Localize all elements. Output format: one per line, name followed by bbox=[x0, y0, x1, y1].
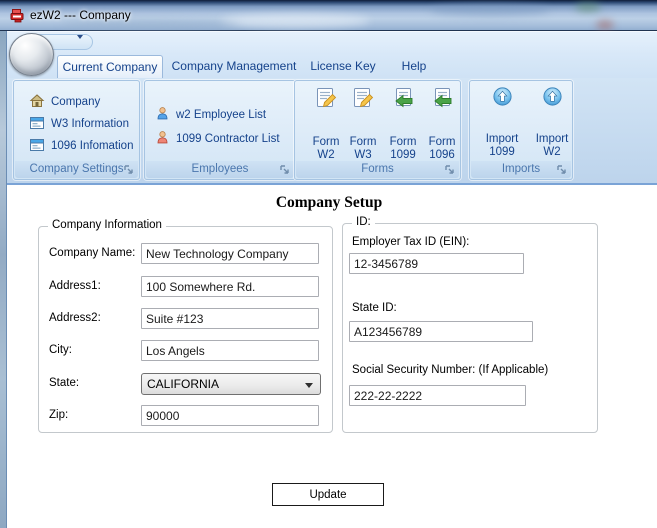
ribbon-button-label: W2 bbox=[543, 146, 561, 158]
window-titlebar: ezW2 --- Company bbox=[0, 0, 657, 31]
ribbon-button-form-w3[interactable]: Form W3 bbox=[343, 86, 383, 162]
house-icon bbox=[29, 93, 45, 112]
ribbon-button-label: Import bbox=[485, 133, 519, 145]
address2-input[interactable] bbox=[141, 308, 319, 329]
ssn-input[interactable] bbox=[349, 385, 526, 406]
ribbon-item-label: 1099 Contractor List bbox=[176, 133, 280, 145]
application-orb-button[interactable] bbox=[9, 33, 54, 76]
ribbon-button-import-1099[interactable]: Import 1099 bbox=[480, 86, 524, 159]
form-edit-icon bbox=[343, 86, 383, 114]
ribbon-button-label: Form bbox=[428, 136, 456, 148]
glass-reflection bbox=[220, 14, 370, 28]
chevron-down-icon bbox=[305, 383, 313, 388]
groupbox-legend: ID: bbox=[352, 216, 375, 228]
ribbon-group-caption: Forms bbox=[296, 161, 459, 178]
tab-help[interactable]: Help bbox=[390, 55, 438, 78]
update-button[interactable]: Update bbox=[272, 483, 384, 506]
qat-customize-arrow-icon[interactable] bbox=[77, 35, 84, 57]
ribbon-button-label: Form bbox=[389, 136, 417, 148]
ribbon-item-label: W3 Information bbox=[51, 118, 129, 130]
window-left-border bbox=[0, 31, 7, 528]
ribbon-group-imports: Import 1099 Import W2 Imports bbox=[469, 80, 573, 180]
tab-license-key[interactable]: License Key bbox=[303, 55, 383, 78]
ribbon-item-1099-contractor-list[interactable]: 1099 Contractor List bbox=[155, 130, 280, 148]
ribbon-group-company-settings: Company W3 Information 1096 Infomation C… bbox=[13, 80, 140, 180]
ribbon-button-label: 1099 bbox=[489, 146, 515, 158]
ribbon-group-title: Company Settings bbox=[29, 163, 124, 175]
ribbon-item-company[interactable]: Company bbox=[29, 93, 100, 111]
city-input[interactable] bbox=[141, 340, 319, 361]
tab-label: Current Company bbox=[62, 60, 158, 74]
glass-reflection bbox=[575, 2, 601, 12]
form-grid-icon bbox=[29, 115, 45, 134]
tab-label: Help bbox=[401, 59, 427, 73]
app-window: ezW2 --- Company Current Company Company… bbox=[0, 0, 657, 528]
company-information-groupbox: Company Information Company Name: Addres… bbox=[38, 219, 333, 433]
ein-input[interactable] bbox=[349, 253, 524, 274]
state-label: State: bbox=[49, 377, 80, 389]
zip-input[interactable] bbox=[141, 405, 319, 426]
person-blue-icon bbox=[155, 106, 170, 124]
company-name-input[interactable] bbox=[141, 243, 319, 264]
page-title: Company Setup bbox=[275, 194, 383, 211]
app-icon bbox=[10, 8, 25, 23]
ribbon-item-label: 1096 Infomation bbox=[51, 140, 134, 152]
state-id-input[interactable] bbox=[349, 321, 533, 342]
company-name-label: Company Name: bbox=[49, 247, 136, 259]
ribbon-group-caption: Imports bbox=[471, 161, 571, 178]
company-setup-panel: Company Setup Company Information Compan… bbox=[7, 187, 657, 528]
dialog-launcher-icon[interactable] bbox=[556, 164, 567, 175]
ribbon-group-employees: w2 Employee List 1099 Contractor List Em… bbox=[144, 80, 296, 180]
id-groupbox: ID: Employer Tax ID (EIN): State ID: Soc… bbox=[342, 216, 598, 433]
ribbon-item-w3-information[interactable]: W3 Information bbox=[29, 115, 129, 133]
ribbon-group-title: Imports bbox=[501, 163, 541, 175]
ribbon-item-w2-employee-list[interactable]: w2 Employee List bbox=[155, 106, 266, 124]
tab-label: Company Management bbox=[171, 59, 297, 73]
ribbon-header: Current Company Company Management Licen… bbox=[7, 31, 657, 78]
ribbon-button-form-1096[interactable]: Form 1096 bbox=[422, 86, 462, 162]
form-edit-icon bbox=[306, 86, 346, 114]
ein-label: Employer Tax ID (EIN): bbox=[352, 236, 470, 248]
ribbon-button-form-w2[interactable]: Form W2 bbox=[306, 86, 346, 162]
dialog-launcher-icon[interactable] bbox=[123, 164, 134, 175]
person-red-icon bbox=[155, 130, 170, 148]
ribbon-item-label: w2 Employee List bbox=[176, 109, 267, 121]
ssn-label: Social Security Number: (If Applicable) bbox=[352, 364, 549, 376]
ribbon-button-import-w2[interactable]: Import W2 bbox=[532, 86, 572, 159]
glass-reflection bbox=[596, 20, 614, 30]
state-select[interactable]: CALIFORNIA bbox=[141, 373, 321, 395]
ribbon-button-label: Form bbox=[349, 136, 377, 148]
ribbon-button-label: Import bbox=[535, 133, 569, 145]
city-label: City: bbox=[49, 344, 72, 356]
ribbon-button-label: Form bbox=[312, 136, 340, 148]
address2-label: Address2: bbox=[49, 312, 101, 324]
address1-input[interactable] bbox=[141, 276, 319, 297]
tab-label: License Key bbox=[310, 59, 376, 73]
tab-company-management[interactable]: Company Management bbox=[170, 55, 298, 78]
state-select-value: CALIFORNIA bbox=[147, 377, 220, 391]
ribbon-group-forms: Form W2 Form W3 Form 1099 Form 1096 Form… bbox=[294, 80, 461, 180]
glass-reflection bbox=[430, 4, 550, 16]
groupbox-legend: Company Information bbox=[48, 219, 166, 231]
ribbon-item-label: Company bbox=[51, 96, 101, 108]
form-arrow-icon bbox=[422, 86, 462, 114]
state-id-label: State ID: bbox=[352, 302, 397, 314]
ribbon-button-form-1099[interactable]: Form 1099 bbox=[383, 86, 423, 162]
ribbon-strip: Company W3 Information 1096 Infomation C… bbox=[7, 78, 657, 185]
import-up-icon bbox=[480, 86, 524, 111]
address1-label: Address1: bbox=[49, 280, 101, 292]
dialog-launcher-icon[interactable] bbox=[444, 164, 455, 175]
ribbon-group-title: Forms bbox=[361, 163, 394, 175]
ribbon-group-caption: Employees bbox=[146, 161, 294, 178]
dialog-launcher-icon[interactable] bbox=[279, 164, 290, 175]
zip-label: Zip: bbox=[49, 409, 69, 421]
ribbon-group-title: Employees bbox=[191, 163, 249, 175]
import-up-icon bbox=[532, 86, 572, 111]
form-arrow-icon bbox=[383, 86, 423, 114]
window-title: ezW2 --- Company bbox=[30, 8, 131, 22]
tab-current-company[interactable]: Current Company bbox=[57, 55, 163, 78]
ribbon-group-caption: Company Settings bbox=[15, 161, 138, 178]
ribbon-item-1096-infomation[interactable]: 1096 Infomation bbox=[29, 137, 133, 155]
form-grid-icon bbox=[29, 137, 45, 156]
